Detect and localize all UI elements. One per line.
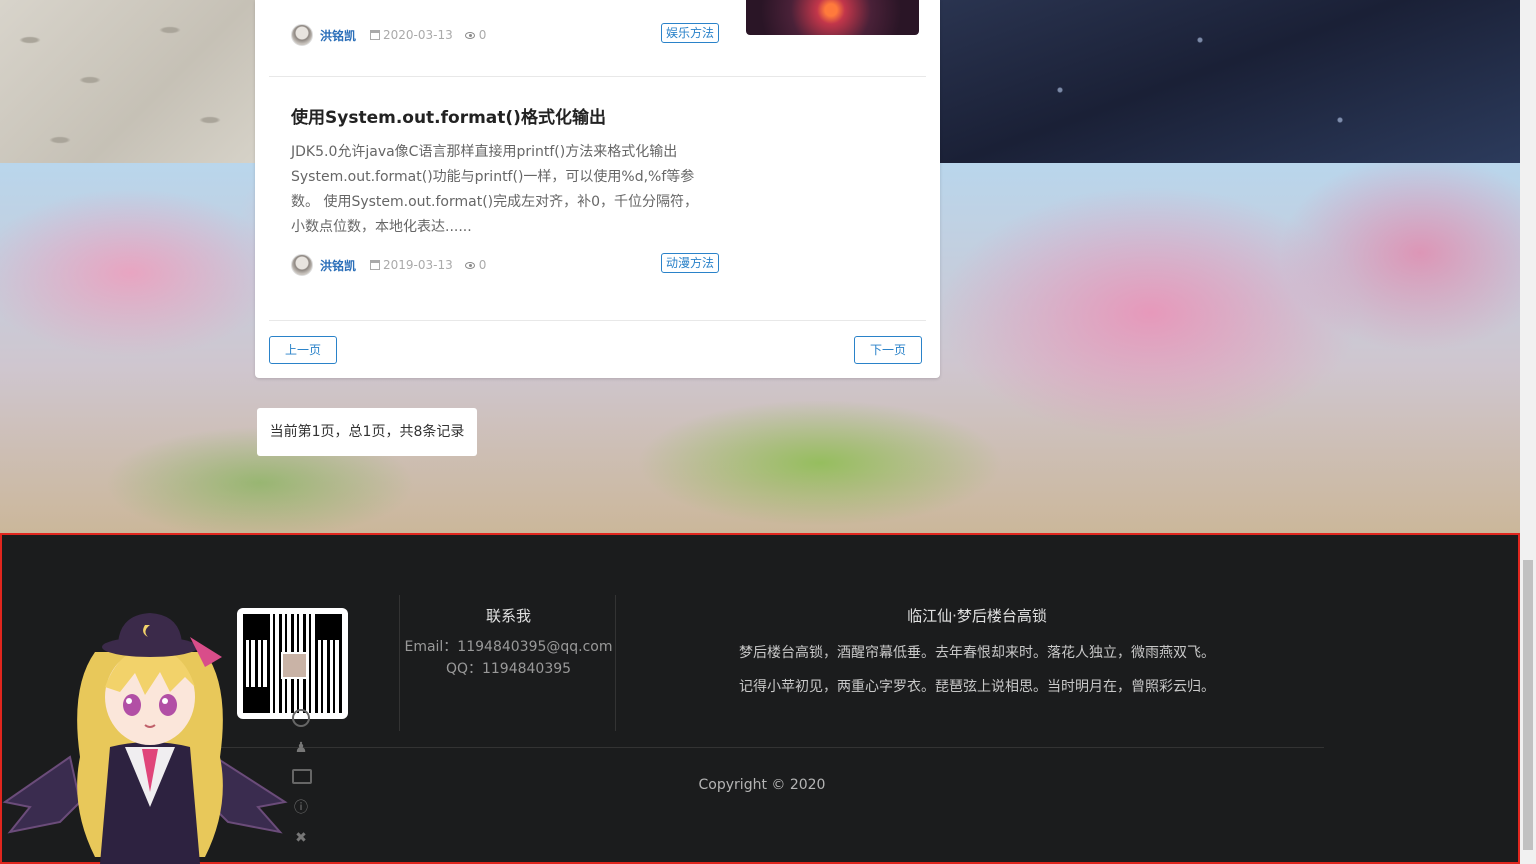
prev-page-button[interactable]: 上一页 (269, 336, 338, 364)
scrollbar-thumb[interactable] (1523, 560, 1533, 850)
live2d-mascot[interactable] (0, 607, 300, 864)
article-views: 0 (464, 258, 487, 272)
article-list-card: 洪铭凯 2020-03-13 0 娱乐方法 使用System.out.forma… (255, 0, 940, 378)
views-count: 0 (478, 28, 487, 42)
views-count: 0 (478, 258, 487, 272)
list-item[interactable]: 使用System.out.format()格式化输出 JDK5.0允许java像… (269, 77, 926, 321)
date-text: 2020-03-13 (383, 28, 453, 42)
eye-icon (464, 31, 475, 39)
poem-section: 临江仙·梦后楼台高锁 梦后楼台高锁，酒醒帘幕低垂。去年春恨却来时。落花人独立，微… (616, 605, 1338, 704)
next-page-button[interactable]: 下一页 (854, 336, 923, 364)
article-thumbnail[interactable] (746, 0, 919, 35)
article-summary: JDK5.0允许java像C语言那样直接用printf()方法来格式化输出Sys… (291, 144, 699, 235)
calendar-icon (370, 260, 381, 270)
contact-qq: QQ：1194840395 (445, 661, 572, 677)
article-date: 2019-03-13 (370, 258, 453, 272)
calendar-icon (370, 30, 381, 40)
author-link[interactable]: 洪铭凯 (320, 27, 356, 44)
contact-section: 联系我 Email：1194840395@qq.com QQ：119484039… (400, 605, 617, 680)
avatar[interactable] (291, 24, 313, 46)
poem-line: 记得小苹初见，两重心字罗衣。琵琶弦上说相思。当时明月在，曾照彩云归。 (739, 679, 1215, 695)
background-panel-top-right (940, 0, 1520, 163)
contact-title: 联系我 (485, 607, 531, 625)
contact-email: Email：1194840395@qq.com (404, 639, 613, 655)
author-link[interactable]: 洪铭凯 (320, 257, 356, 274)
poem-title: 临江仙·梦后楼台高锁 (907, 607, 1047, 625)
avatar[interactable] (291, 254, 313, 276)
footer-divider (202, 747, 1324, 748)
pagination-info: 当前第1页，总1页，共8条记录 (257, 408, 477, 456)
category-tag[interactable]: 娱乐方法 (661, 23, 720, 43)
article-meta: 洪铭凯 2019-03-13 0 (291, 254, 486, 276)
article-title[interactable]: 使用System.out.format()格式化输出 (291, 103, 606, 128)
background-panel-top-left (0, 0, 255, 163)
category-tag[interactable]: 动漫方法 (661, 253, 720, 273)
poem-line: 梦后楼台高锁，酒醒帘幕低垂。去年春恨却来时。落花人独立，微雨燕双飞。 (739, 645, 1215, 661)
date-text: 2019-03-13 (383, 258, 453, 272)
article-meta: 洪铭凯 2020-03-13 0 (291, 24, 486, 46)
eye-icon (464, 261, 475, 269)
article-views: 0 (464, 28, 487, 42)
article-date: 2020-03-13 (370, 28, 453, 42)
list-item[interactable]: 洪铭凯 2020-03-13 0 娱乐方法 (269, 0, 926, 77)
